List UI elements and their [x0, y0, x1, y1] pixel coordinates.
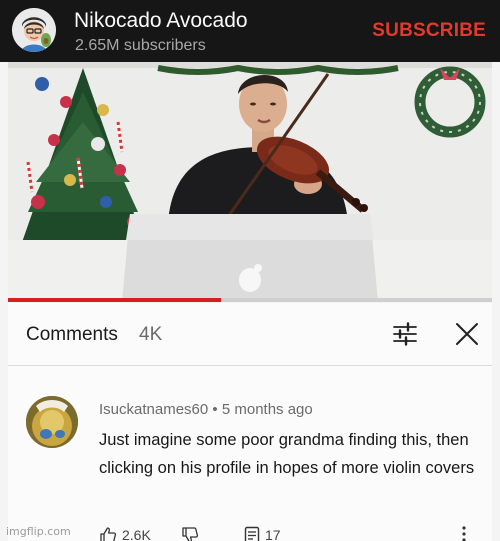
comments-header: Comments 4K: [8, 303, 492, 365]
comment-meta: Isuckatnames60 • 5 months ago: [99, 401, 313, 418]
channel-name[interactable]: Nikocado Avocado: [74, 9, 248, 33]
comment-text: Just imagine some poor grandma finding t…: [99, 431, 475, 477]
dislike-button[interactable]: [181, 526, 199, 541]
video-progress-fill: [8, 298, 221, 302]
sort-filter-icon[interactable]: [392, 321, 418, 347]
comments-count: 4K: [139, 324, 163, 345]
thumbs-up-icon: [100, 527, 117, 541]
more-vertical-icon[interactable]: [460, 526, 468, 541]
watermark: imgflip.com: [6, 525, 71, 538]
thumbs-down-icon: [182, 527, 199, 541]
subscriber-count: 2.65M subscribers: [75, 37, 206, 54]
video-progress-bar[interactable]: [8, 298, 492, 302]
like-count: 2.6K: [122, 527, 151, 541]
reply-button[interactable]: 17: [244, 526, 281, 541]
meta-separator: •: [212, 401, 218, 418]
comment-age: 5 months ago: [221, 401, 313, 418]
close-icon[interactable]: [454, 321, 480, 347]
comment-author[interactable]: Isuckatnames60: [99, 401, 208, 418]
comments-title: Comments: [26, 324, 118, 345]
video-frame-illustration: [8, 62, 492, 302]
comment-item: Isuckatnames60 • 5 months ago Just imagi…: [8, 366, 492, 541]
like-button[interactable]: 2.6K: [99, 526, 151, 541]
reply-count: 17: [265, 527, 281, 541]
reply-comment-icon: [244, 526, 260, 541]
commenter-avatar[interactable]: [26, 396, 78, 448]
channel-header: Nikocado Avocado 2.65M subscribers SUBSC…: [0, 0, 500, 62]
video-player[interactable]: [8, 62, 492, 302]
subscribe-button[interactable]: SUBSCRIBE: [372, 20, 486, 42]
channel-avatar[interactable]: [12, 8, 56, 52]
